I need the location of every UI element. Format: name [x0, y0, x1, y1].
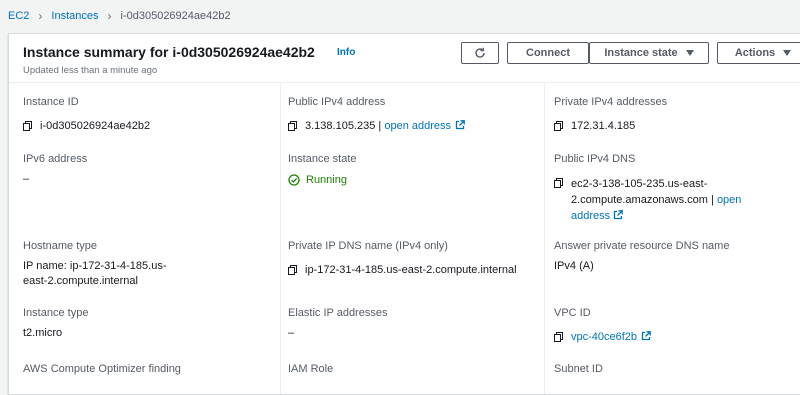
hostname-type-field: Hostname type IP name: ip-172-31-4-185.u… — [23, 239, 188, 289]
separator: | — [375, 120, 385, 132]
breadcrumb-current: i-0d305026924ae42b2 — [120, 10, 231, 22]
caret-down-icon — [685, 50, 694, 56]
check-circle-icon — [288, 174, 300, 186]
column-divider — [544, 83, 545, 394]
chevron-right-icon: › — [38, 9, 43, 23]
ipv6-value: – — [23, 173, 30, 185]
vpc-id-link[interactable]: vpc-40ce6f2b — [571, 331, 637, 343]
vpc-id-label: VPC ID — [554, 307, 591, 319]
external-link-icon[interactable] — [641, 331, 651, 341]
status-badge: Running — [306, 174, 347, 186]
external-link-icon[interactable] — [455, 120, 465, 130]
vpc-id-field: VPC ID vpc-40ce6f2b — [554, 306, 800, 345]
elastic-ip-label: Elastic IP addresses — [288, 307, 388, 319]
instance-summary-panel: Instance summary for i-0d305026924ae42b2… — [8, 33, 800, 395]
instance-state-field: Instance state Running — [288, 152, 538, 186]
refresh-button[interactable] — [461, 42, 499, 64]
elastic-ip-field: Elastic IP addresses – — [288, 306, 538, 341]
private-dns-value: ip-172-31-4-185.us-east-2.compute.intern… — [305, 264, 517, 276]
answer-dns-label: Answer private resource DNS name — [554, 240, 730, 252]
private-ipv4-label: Private IPv4 addresses — [554, 96, 668, 108]
hostname-type-value: IP name: ip-172-31-4-185.us-east-2.compu… — [23, 260, 167, 287]
public-ipv4-field: Public IPv4 address 3.138.105.235 | open… — [288, 95, 538, 134]
copy-icon[interactable] — [23, 121, 32, 131]
page-title: Instance summary for i-0d305026924ae42b2 — [23, 44, 315, 60]
public-ipv4-label: Public IPv4 address — [288, 96, 386, 108]
open-address-link[interactable]: open address — [384, 120, 451, 132]
connect-button[interactable]: Connect — [507, 42, 589, 64]
actions-button[interactable]: Actions — [717, 42, 800, 64]
info-link[interactable]: Info — [337, 47, 355, 58]
public-ipv4-value: 3.138.105.235 — [305, 120, 376, 132]
breadcrumb-ec2-link[interactable]: EC2 — [8, 10, 29, 22]
public-dns-label: Public IPv4 DNS — [554, 153, 636, 165]
instance-type-value: t2.micro — [23, 327, 63, 339]
copy-icon[interactable] — [554, 121, 563, 131]
instance-state-button[interactable]: Instance state — [589, 42, 709, 64]
ipv6-field: IPv6 address – — [23, 152, 273, 187]
instance-state-label: Instance state — [604, 47, 678, 59]
column-divider — [280, 83, 281, 394]
public-dns-value: ec2-3-138-105-235.us-east-2.compute.amaz… — [571, 178, 708, 206]
elastic-ip-value: – — [288, 327, 295, 339]
public-dns-field: Public IPv4 DNS ec2-3-138-105-235.us-eas… — [554, 152, 800, 224]
instance-id-field: Instance ID i-0d305026924ae42b2 — [23, 95, 273, 134]
instance-state-field-label: Instance state — [288, 153, 357, 165]
instance-id-value: i-0d305026924ae42b2 — [40, 120, 151, 132]
copy-icon[interactable] — [288, 265, 297, 275]
separator: | — [707, 194, 717, 206]
external-link-icon[interactable] — [613, 210, 624, 220]
chevron-right-icon: › — [107, 9, 112, 23]
instance-type-field: Instance type t2.micro — [23, 306, 273, 341]
private-dns-field: Private IP DNS name (IPv4 only) ip-172-3… — [288, 239, 543, 278]
answer-dns-field: Answer private resource DNS name IPv4 (A… — [554, 239, 800, 274]
subnet-id-field: Subnet ID — [554, 362, 800, 376]
ipv6-label: IPv6 address — [23, 153, 88, 165]
copy-icon[interactable] — [288, 121, 297, 131]
breadcrumb: EC2 › Instances › i-0d305026924ae42b2 — [8, 8, 231, 24]
copy-icon[interactable] — [554, 178, 563, 188]
refresh-icon — [475, 47, 485, 58]
iam-role-field: IAM Role — [288, 362, 538, 376]
caret-down-icon — [783, 50, 792, 56]
updated-timestamp: Updated less than a minute ago — [23, 65, 158, 76]
optimizer-field: AWS Compute Optimizer finding — [23, 362, 273, 376]
panel-header: Instance summary for i-0d305026924ae42b2… — [9, 34, 800, 83]
answer-dns-value: IPv4 (A) — [554, 260, 594, 272]
optimizer-label: AWS Compute Optimizer finding — [23, 363, 181, 375]
private-ipv4-field: Private IPv4 addresses 172.31.4.185 — [554, 95, 800, 134]
iam-role-label: IAM Role — [288, 363, 334, 375]
instance-type-label: Instance type — [23, 307, 89, 319]
instance-id-label: Instance ID — [23, 96, 79, 108]
copy-icon[interactable] — [554, 332, 563, 342]
breadcrumb-instances-link[interactable]: Instances — [51, 10, 98, 22]
private-ipv4-value: 172.31.4.185 — [571, 120, 636, 132]
actions-label: Actions — [734, 47, 776, 59]
hostname-type-label: Hostname type — [23, 240, 97, 252]
subnet-id-label: Subnet ID — [554, 363, 603, 375]
private-dns-label: Private IP DNS name (IPv4 only) — [288, 240, 448, 252]
